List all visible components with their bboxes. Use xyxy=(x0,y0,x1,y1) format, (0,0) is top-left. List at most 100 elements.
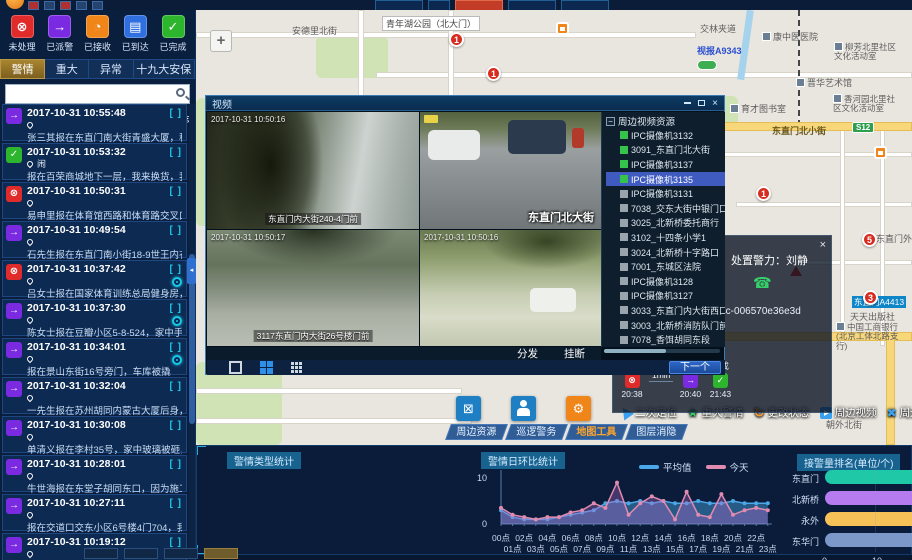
status-filter-arrived[interactable]: ▤已到达 xyxy=(117,15,153,53)
transit-marker[interactable] xyxy=(697,60,717,70)
tab-3[interactable]: 十九大安保 xyxy=(134,59,195,79)
top-tab[interactable] xyxy=(428,0,450,10)
alert-list-item[interactable]: →2017-10-31 10:37:30[ ]陈女士报在豆瓣小区5-8-524，… xyxy=(2,299,187,336)
minimize-icon[interactable] xyxy=(684,102,691,104)
top-icon[interactable] xyxy=(44,1,55,10)
search-icon[interactable] xyxy=(176,88,185,97)
distribute-button[interactable]: 分发 xyxy=(517,346,538,361)
toolbar-patrol-icon[interactable] xyxy=(511,396,536,421)
locate-brackets-icon[interactable]: [ ] xyxy=(170,537,182,548)
top-tab[interactable] xyxy=(561,0,609,10)
camera-tree-item[interactable]: 3033_东直门内大街西口 xyxy=(606,303,725,318)
alert-list-item[interactable]: →2017-10-31 10:28:01[ ]牛世海报在东堂子胡同东口，因为施工… xyxy=(2,455,187,492)
alert-list-item[interactable]: ⊗2017-10-31 10:50:31[ ]易申里报在体育馆西路和体育路交叉口… xyxy=(2,182,187,219)
camera-feed-3[interactable]: 2017-10-31 10:50:17 3117东直门内大街26号楼门前 xyxy=(207,230,419,346)
action-resource[interactable]: ✖周边资源 xyxy=(887,405,912,420)
layout-quad-icon[interactable] xyxy=(260,361,273,374)
top-icon[interactable] xyxy=(60,1,71,10)
scrollbar-thumb[interactable] xyxy=(604,349,666,353)
alert-list-item[interactable]: →2017-10-31 10:30:08[ ]单清义报在李村35号，家中玻璃被砸… xyxy=(2,416,187,453)
tab-0[interactable]: 警情 xyxy=(0,59,45,79)
status-filter-done[interactable]: ✓已完成 xyxy=(155,15,191,53)
alert-list-item[interactable]: →2017-10-31 10:49:54[ ]石先生报在东直门南小街18-9世王… xyxy=(2,221,187,258)
top-tab[interactable] xyxy=(508,0,556,10)
top-tab-active[interactable] xyxy=(455,0,503,10)
camera-tree-item[interactable]: 7078_香饵胡同东段 xyxy=(606,332,725,347)
top-icon[interactable] xyxy=(92,1,103,10)
camera-tree-item[interactable]: IPC摄像机3131 xyxy=(606,186,725,201)
map-zoom-in-button[interactable]: + xyxy=(210,30,232,52)
locate-brackets-icon[interactable]: [ ] xyxy=(170,186,182,197)
locate-brackets-icon[interactable]: [ ] xyxy=(170,264,182,275)
camera-tree-item[interactable]: IPC摄像机3135 xyxy=(606,172,725,187)
locate-brackets-icon[interactable]: [ ] xyxy=(170,108,182,119)
locate-brackets-icon[interactable]: [ ] xyxy=(170,342,182,353)
camera-tree-item[interactable]: 3024_北新桥十字路口 xyxy=(606,245,725,260)
camera-marker[interactable] xyxy=(874,146,887,159)
toolbar-tools-icon[interactable]: ⚙ xyxy=(566,396,591,421)
camera-tree-item[interactable]: 7038_交东大街中银门口 xyxy=(606,201,725,216)
camera-tree-item[interactable]: IPC摄像机3127 xyxy=(606,289,725,304)
close-icon[interactable]: × xyxy=(820,239,826,251)
alert-list-item[interactable]: →2017-10-31 10:55:48[ ]张三其报在东直门南大街青盛大厦，称… xyxy=(2,104,187,141)
status-filter-dispatched[interactable]: →已派警 xyxy=(42,15,78,53)
taskbar-item[interactable] xyxy=(84,548,118,559)
alert-list-item[interactable]: ✓2017-10-31 10:53:32[ ]闹报在百荣商城地下一层，我来换货，… xyxy=(2,143,187,180)
collapse-tree-icon[interactable]: − xyxy=(606,117,615,126)
incident-marker[interactable]: 5 xyxy=(862,232,877,247)
toolbar-resource-icon[interactable]: ⊠ xyxy=(456,396,481,421)
sidebar-collapse-button[interactable]: ◂ xyxy=(187,258,196,284)
locate-brackets-icon[interactable]: [ ] xyxy=(170,420,182,431)
map-toolbar-item-1[interactable]: 巡逻警务 xyxy=(505,424,568,440)
alert-list-item[interactable]: →2017-10-31 10:27:11[ ]报在交道口交东小区6号楼4门704… xyxy=(2,494,187,531)
tab-2[interactable]: 异常 xyxy=(89,59,133,79)
taskbar-item[interactable] xyxy=(204,548,238,559)
camera-tree-item[interactable]: 3003_北新桥消防队门前 xyxy=(606,318,725,333)
camera-feed-1[interactable]: 2017-10-31 10:50:16 东直门内大街240-4门前 xyxy=(207,112,419,229)
status-filter-received[interactable]: ◔已接收 xyxy=(80,15,116,53)
camera-tree-root[interactable]: − 周边视频资源 xyxy=(606,114,725,128)
layout-single-icon[interactable] xyxy=(229,361,242,374)
locate-brackets-icon[interactable]: [ ] xyxy=(170,498,182,509)
locate-brackets-icon[interactable]: [ ] xyxy=(170,459,182,470)
top-tab[interactable] xyxy=(375,0,423,10)
tree-hscrollbar[interactable] xyxy=(604,349,720,353)
next-camera-button[interactable]: 下一个 xyxy=(669,361,721,374)
camera-tree-item[interactable]: 3102_十四条小学1 xyxy=(606,230,725,245)
locate-brackets-icon[interactable]: [ ] xyxy=(170,147,182,158)
camera-tree-item[interactable]: 3091_东直门北大街 xyxy=(606,143,725,158)
top-icon[interactable] xyxy=(28,1,39,10)
camera-tree-item[interactable]: IPC摄像机3132 xyxy=(606,128,725,143)
tab-1[interactable]: 重大 xyxy=(45,59,89,79)
camera-tree-item[interactable]: IPC摄像机3128 xyxy=(606,274,725,289)
status-filter-pending[interactable]: ⊗未处理 xyxy=(4,15,40,53)
locate-brackets-icon[interactable]: [ ] xyxy=(170,225,182,236)
alert-list-scrollbar[interactable] xyxy=(189,104,195,560)
taskbar-item[interactable] xyxy=(124,548,158,559)
camera-feed-4[interactable]: 2017-10-31 10:50:16 xyxy=(420,230,601,346)
layout-nine-icon[interactable] xyxy=(291,361,304,374)
video-window-titlebar[interactable]: 视频 × xyxy=(206,96,724,111)
camera-tree-item[interactable]: 7001_东城区法院 xyxy=(606,259,725,274)
incident-marker[interactable]: 1 xyxy=(449,32,464,47)
incident-marker[interactable]: 1 xyxy=(756,186,771,201)
incident-marker[interactable]: 3 xyxy=(863,290,878,305)
hangup-button[interactable]: 挂断 xyxy=(564,346,585,361)
camera-feed-2[interactable]: 东直门北大街 xyxy=(420,112,601,229)
restore-icon[interactable] xyxy=(698,100,705,106)
map-toolbar-item-0[interactable]: 周边资源 xyxy=(445,424,508,440)
track-target-icon[interactable] xyxy=(172,355,182,365)
camera-tree-item[interactable]: 3025_北新桥委托商行 xyxy=(606,216,725,231)
camera-tree-item[interactable]: IPC摄像机3137 xyxy=(606,157,725,172)
camera-marker[interactable] xyxy=(556,22,569,35)
alert-list-item[interactable]: ⊗2017-10-31 10:37:42[ ]吕女士报在国家体育训练总局健身房，… xyxy=(2,260,187,297)
alert-list-item[interactable]: →2017-10-31 10:32:04[ ]一先生报在苏州胡同内蒙古大厦后身，… xyxy=(2,377,187,414)
incident-marker[interactable]: 1 xyxy=(486,66,501,81)
map-toolbar-item-3[interactable]: 图层消隐 xyxy=(625,424,688,440)
track-target-icon[interactable] xyxy=(172,277,182,287)
alert-list-item[interactable]: →2017-10-31 10:34:01[ ]报在景山东街16号旁门，车库被撬 xyxy=(2,338,187,375)
top-icon[interactable] xyxy=(76,1,87,10)
search-input[interactable] xyxy=(5,84,190,104)
locate-brackets-icon[interactable]: [ ] xyxy=(170,381,182,392)
phone-icon[interactable]: ☎ xyxy=(753,274,772,292)
